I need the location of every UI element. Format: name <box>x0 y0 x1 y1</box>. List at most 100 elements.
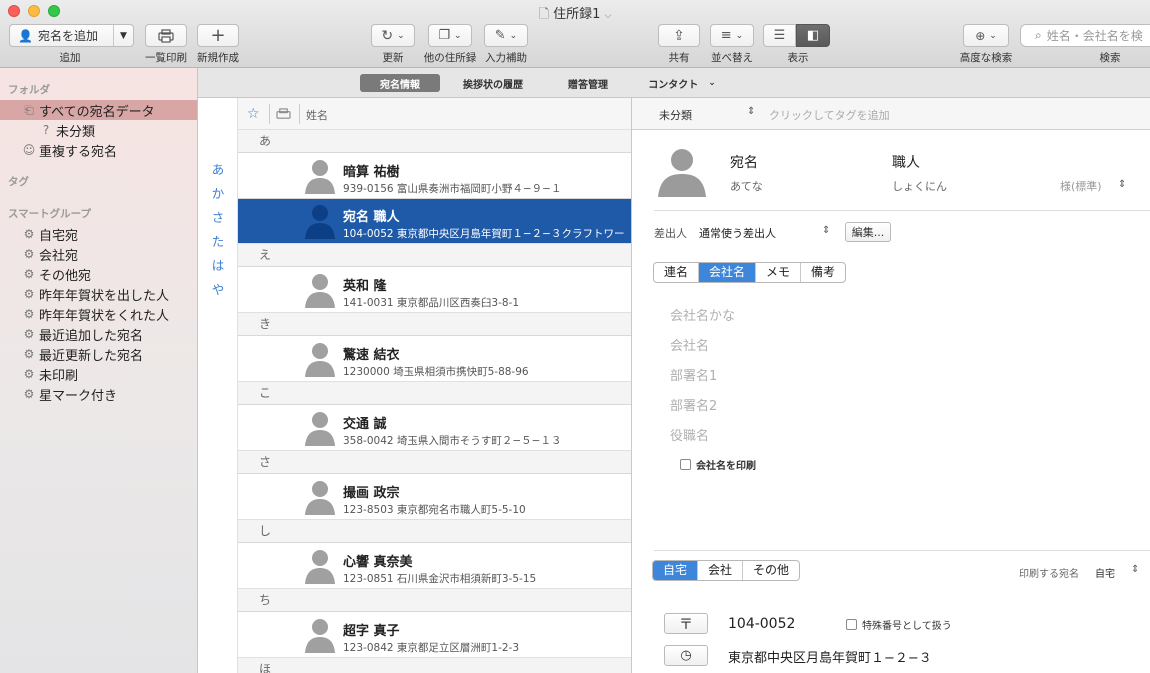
company-field[interactable]: 会社名 <box>670 335 709 354</box>
smart-group-item[interactable]: ⚙ 昨年年賀状をくれた人 <box>21 304 169 324</box>
sidebar-item-all-addresses[interactable]: ⎗ すべての宛名データ <box>0 100 197 120</box>
smart-group-item[interactable]: ⚙ 最近更新した宛名 <box>21 344 143 364</box>
kana-index-item[interactable]: や <box>198 279 238 298</box>
smart-group-item[interactable]: ⚙ 未印刷 <box>21 364 78 384</box>
kana-index-item[interactable]: た <box>198 231 238 250</box>
name-column-header[interactable]: 姓名 <box>306 107 328 123</box>
advanced-search-button[interactable]: ⊕ ⌄ <box>963 24 1009 47</box>
info-tab[interactable]: メモ <box>756 263 802 282</box>
company-field[interactable]: 役職名 <box>670 425 709 444</box>
address-line1-field[interactable]: 東京都中央区月島年賀町１−２−３ <box>728 647 932 666</box>
address-list: ☆ 姓名 あ暗算 祐樹 939-0156 富山県奏洲市福岡町小野４−９−１ 宛名 職… <box>238 98 632 673</box>
first-kana-field[interactable]: しょくにん <box>892 178 947 194</box>
smart-group-label: 会社宛 <box>39 248 79 264</box>
print-address-select[interactable]: 自宅 <box>1095 565 1115 580</box>
sort-lines-icon: ≡ <box>720 28 732 43</box>
detail-view-button[interactable]: ◧ <box>796 24 830 47</box>
share-button[interactable]: ⇪ <box>658 24 700 47</box>
smart-group-label: 昨年年賀状を出した人 <box>39 288 170 304</box>
smart-group-label: 最近更新した宛名 <box>39 348 144 364</box>
address-lookup-button[interactable]: ◷ <box>664 645 708 666</box>
tab-address-info[interactable]: 宛名情報 <box>360 74 440 92</box>
first-name-field[interactable]: 職人 <box>892 152 920 172</box>
tab-greeting-history[interactable]: 挨拶状の履歴 <box>455 74 531 92</box>
advanced-search-label: 高度な検索 <box>959 52 1013 64</box>
avatar-icon <box>304 479 336 515</box>
avatar-icon <box>304 617 336 653</box>
list-item[interactable]: 驚速 結衣 1230000 埼玉県相須市携快町5-88-96 <box>238 337 631 382</box>
smart-group-item[interactable]: ⚙ 星マーク付き <box>21 384 117 404</box>
sort-button[interactable]: ≡ ⌄ <box>710 24 754 47</box>
gear-icon: ⚙ <box>23 327 35 341</box>
sidebar-item-label: 未分類 <box>56 124 96 140</box>
special-number-label: 特殊番号として扱う <box>862 621 952 632</box>
list-item[interactable]: 心響 真奈美 123-0851 石川県金沢市相須新町3-5-15 <box>238 544 631 589</box>
contact-address: 123-0851 石川県金沢市相須新町3-5-15 <box>343 573 537 585</box>
address-tab[interactable]: 会社 <box>698 561 744 580</box>
list-item[interactable]: 英和 隆 141-0031 東京都品川区西奏臼3-8-1 <box>238 268 631 313</box>
special-number-checkbox[interactable]: 特殊番号として扱う <box>846 617 952 632</box>
last-kana-field[interactable]: あてな <box>730 178 763 194</box>
share-label: 共有 <box>668 52 690 64</box>
contact-name: 宛名 職人 <box>343 210 400 225</box>
list-view-button[interactable]: ☰ <box>763 24 796 47</box>
smart-group-item[interactable]: ⚙ 自宅宛 <box>21 224 78 244</box>
info-tab[interactable]: 連名 <box>654 263 700 282</box>
sidebar-item-uncategorized[interactable]: ? 未分類 <box>38 120 95 140</box>
postal-mark-button[interactable]: 〒 <box>664 613 708 634</box>
company-field[interactable]: 部署名1 <box>670 365 717 384</box>
star-column-icon[interactable]: ☆ <box>247 106 260 122</box>
printer-column-icon[interactable] <box>276 108 291 121</box>
honorific-select[interactable]: 様(標準) <box>1060 178 1102 194</box>
tab-contact-label: コンタクト <box>648 79 699 91</box>
list-item[interactable]: 交通 誠 358-0042 埼玉県入間市そうす町２−５−１３ <box>238 406 631 451</box>
contact-address: 141-0031 東京都品川区西奏臼3-8-1 <box>343 297 520 309</box>
info-tab[interactable]: 備考 <box>801 263 845 282</box>
detail-header: 未分類 ⇕ クリックしてタグを追加 <box>632 98 1150 130</box>
sidebar-item-duplicates[interactable]: ☺ 重複する宛名 <box>21 140 117 160</box>
print-list-button[interactable] <box>145 24 187 47</box>
new-label: 新規作成 <box>197 52 239 64</box>
info-tab[interactable]: 会社名 <box>699 263 757 282</box>
last-name-field[interactable]: 宛名 <box>730 152 758 172</box>
kana-index-item[interactable]: さ <box>198 207 238 226</box>
tab-gift-management[interactable]: 贈答管理 <box>560 74 616 92</box>
new-button[interactable]: + <box>197 24 239 47</box>
category-select[interactable]: 未分類 <box>659 107 692 123</box>
kana-index-item[interactable]: は <box>198 255 238 274</box>
other-address-book-button[interactable]: ❐ ⌄ <box>428 24 472 47</box>
kana-index-item[interactable]: か <box>198 183 238 202</box>
sender-select[interactable]: 通常使う差出人 <box>699 225 776 241</box>
update-button[interactable]: ↻ ⌄ <box>371 24 415 47</box>
list-item[interactable]: 宛名 職人 104-0052 東京都中央区月島年賀町１−２−３クラフトワー… <box>238 199 631 244</box>
list-item[interactable]: 暗算 祐樹 939-0156 富山県奏洲市福岡町小野４−９−１ <box>238 154 631 199</box>
address-tab[interactable]: 自宅 <box>653 561 699 580</box>
tab-contact[interactable]: コンタクト ⌄ <box>642 74 722 92</box>
chevron-down-icon: ⌄ <box>708 78 716 88</box>
smart-group-item[interactable]: ⚙ 最近追加した宛名 <box>21 324 143 344</box>
section-header: ほ <box>238 657 631 673</box>
tag-input[interactable]: クリックしてタグを追加 <box>769 107 890 123</box>
dropdown-arrow-icon[interactable]: ▼ <box>120 31 127 41</box>
print-company-checkbox[interactable]: 会社名を印刷 <box>680 457 756 472</box>
smart-group-item[interactable]: ⚙ 会社宛 <box>21 244 78 264</box>
add-address-button[interactable]: 👤 宛名を追加 ▼ <box>9 24 134 47</box>
kana-index-item[interactable]: あ <box>198 159 238 178</box>
input-assist-button[interactable]: ✎ ⌄ <box>484 24 528 47</box>
list-item[interactable]: 撮画 政宗 123-8503 東京都宛名市職人町5-5-10 <box>238 475 631 520</box>
contact-address: 123-0842 東京都足立区層洲町1-2-3 <box>343 642 520 654</box>
search-field[interactable]: ⌕ 姓名・会社名を検 <box>1020 24 1150 47</box>
list-item[interactable]: 超字 真子 123-0842 東京都足立区層洲町1-2-3 <box>238 613 631 658</box>
smart-group-item[interactable]: ⚙ その他宛 <box>21 264 91 284</box>
address-tab[interactable]: その他 <box>743 561 799 580</box>
company-field[interactable]: 会社名かな <box>670 305 735 324</box>
postal-code-field[interactable]: 104-0052 <box>728 616 795 632</box>
gear-icon: ⚙ <box>23 267 35 281</box>
company-field[interactable]: 部署名2 <box>670 395 717 414</box>
chevron-down-icon: ⌄ <box>509 30 518 41</box>
chevron-down-icon[interactable]: ⌵ <box>605 11 612 21</box>
edit-sender-button[interactable]: 編集... <box>845 222 891 242</box>
smart-group-item[interactable]: ⚙ 昨年年賀状を出した人 <box>21 284 169 304</box>
gear-icon: ⚙ <box>23 367 35 381</box>
contact-name: 英和 隆 <box>343 279 387 294</box>
